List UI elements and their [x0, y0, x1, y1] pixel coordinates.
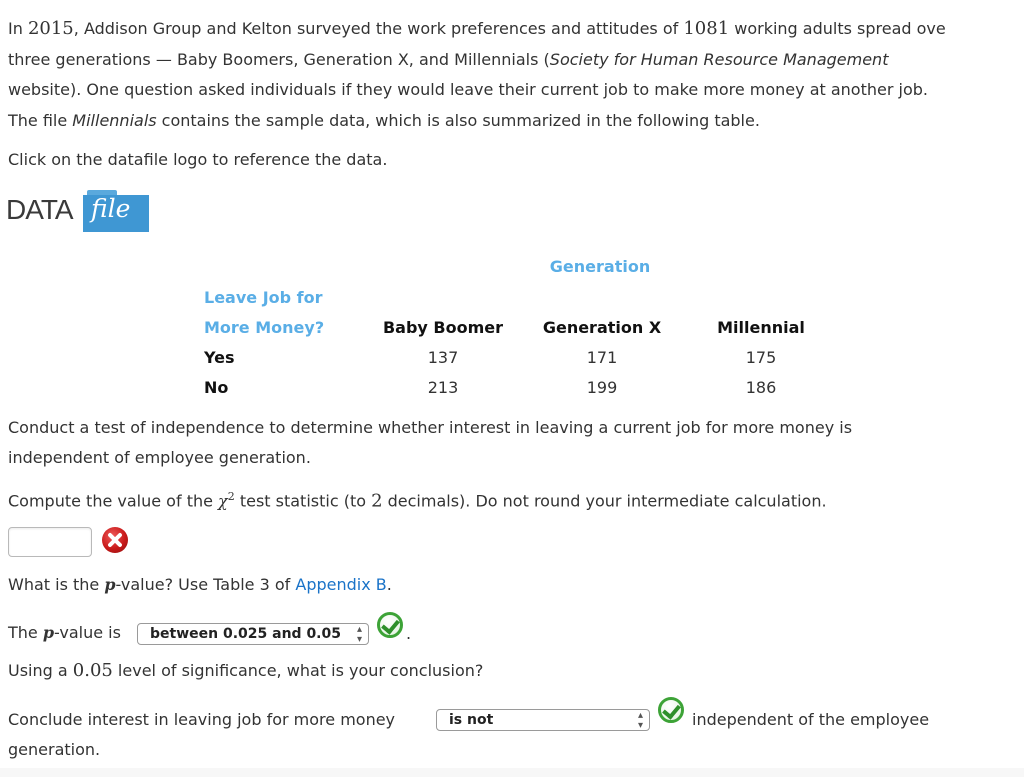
file-name: Millennials: [72, 111, 157, 130]
pvalue-select[interactable]: between 0.025 and 0.05 ▴ ▾: [137, 623, 369, 645]
footer-divider: [0, 768, 1024, 777]
column-header: Generation X: [542, 318, 662, 337]
select-arrows-icon: ▴ ▾: [637, 710, 643, 731]
prompt-text: level of significance, what is your conc…: [112, 661, 484, 680]
appendix-b-link[interactable]: Appendix B: [295, 575, 386, 594]
row-header-line-1: Leave Job for: [204, 288, 323, 307]
cell-value: 175: [745, 348, 777, 367]
conclusion-statement-end: independent of the employee: [692, 710, 930, 729]
chi-square-prompt: Compute the value of the χ2 test statist…: [8, 487, 827, 511]
question-line-1: Conduct a test of independence to determ…: [8, 418, 853, 437]
prompt-text: test statistic (to: [234, 491, 372, 511]
source-name: Society for Human Resource Management: [549, 50, 889, 69]
intro-text: contains the sample data, which is also …: [156, 111, 760, 130]
pvalue-question: What is the p-value? Use Table 3 of Appe…: [8, 575, 392, 595]
cell-value: 137: [427, 348, 459, 367]
prompt-text: What is the: [8, 575, 105, 594]
intro-text: three generations — Baby Boomers, Genera…: [8, 50, 550, 69]
logo-data-word: DATA: [6, 194, 74, 225]
column-header: Baby Boomer: [382, 318, 504, 337]
incorrect-x-icon: [102, 527, 128, 553]
conclusion-selected-option: is not: [449, 712, 494, 728]
correct-check-icon: [377, 612, 403, 638]
chi-square-answer-input[interactable]: [8, 527, 92, 557]
decimals-count: 2: [371, 490, 383, 512]
folder-icon: file: [83, 190, 149, 232]
prompt-text: -value is: [54, 623, 121, 642]
row-header-line-2: More Money?: [204, 318, 325, 337]
p-symbol: p: [104, 575, 116, 594]
conclusion-statement-start: Conclude interest in leaving job for mor…: [8, 710, 396, 729]
chi-exponent: 2: [227, 490, 235, 503]
cell-value: 213: [427, 378, 459, 397]
prompt-text: .: [386, 575, 392, 594]
intro-line-2: three generations — Baby Boomers, Genera…: [8, 50, 888, 70]
datafile-instruction: Click on the datafile logo to reference …: [8, 150, 388, 169]
logo-file-word: file: [91, 194, 131, 223]
pvalue-statement: The p-value is: [8, 623, 121, 643]
prompt-text: decimals). Do not round your intermediat…: [382, 491, 827, 511]
cell-value: 199: [586, 378, 618, 397]
intro-text: The file: [8, 111, 73, 130]
p-symbol: p: [42, 623, 55, 642]
correct-check-icon: [658, 697, 684, 723]
period-text: .: [406, 624, 412, 643]
chi-symbol: χ: [218, 491, 228, 511]
survey-year: 2015: [27, 18, 74, 39]
column-group-header: Generation: [549, 257, 651, 276]
pvalue-selected-option: between 0.025 and 0.05: [150, 626, 341, 642]
datafile-logo-button[interactable]: DATA file: [6, 186, 149, 234]
intro-line-3: website). One question asked individuals…: [8, 80, 928, 99]
conclusion-statement-wrap: generation.: [8, 740, 101, 759]
cell-value: 171: [586, 348, 618, 367]
cell-value: 186: [745, 378, 777, 397]
row-label: Yes: [204, 348, 235, 367]
prompt-text: The: [8, 623, 43, 642]
intro-line-4: The file Millennials contains the sample…: [8, 111, 760, 131]
prompt-text: Compute the value of the: [8, 491, 219, 511]
prompt-text: Using a: [8, 661, 73, 680]
intro-text: , Addison Group and Kelton surveyed the …: [73, 19, 684, 38]
prompt-text: -value? Use Table 3 of: [115, 575, 296, 594]
sample-size: 1081: [683, 18, 730, 39]
intro-text: In: [8, 19, 28, 38]
intro-text: working adults spread ove: [729, 19, 946, 38]
significance-level: 0.05: [72, 660, 113, 681]
question-line-2: independent of employee generation.: [8, 448, 311, 467]
conclusion-select[interactable]: is not ▴ ▾: [436, 709, 650, 731]
select-arrows-icon: ▴ ▾: [356, 624, 362, 645]
row-label: No: [204, 378, 229, 397]
intro-line-1: In 2015, Addison Group and Kelton survey…: [8, 19, 946, 39]
column-header: Millennial: [717, 318, 805, 337]
conclusion-question: Using a 0.05 level of significance, what…: [8, 661, 483, 681]
